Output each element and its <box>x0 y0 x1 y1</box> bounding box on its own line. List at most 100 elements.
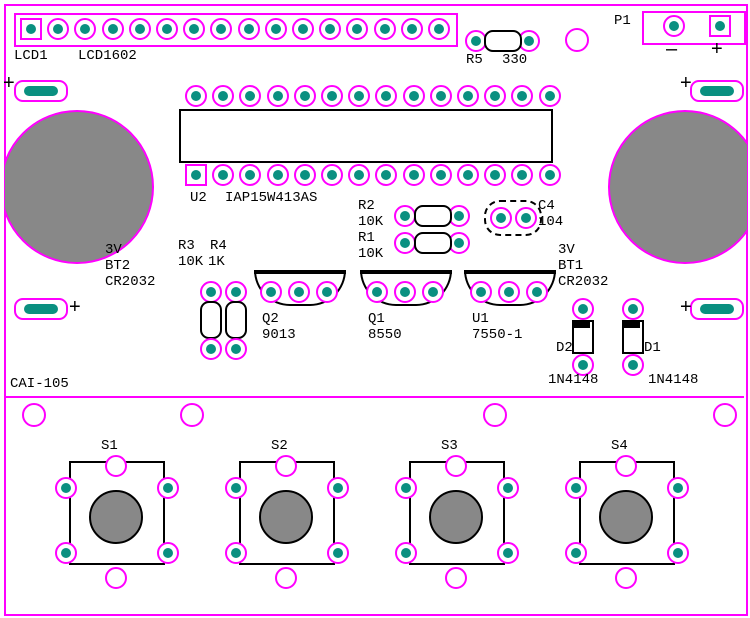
switch-pad <box>497 477 519 499</box>
r2-value: 10K <box>358 214 383 230</box>
switch-hole <box>105 455 127 477</box>
u1-pad3 <box>526 281 548 303</box>
switch-pad <box>327 542 349 564</box>
q1-pad3 <box>422 281 444 303</box>
board-divider <box>4 396 744 398</box>
bt2-voltage: 3V <box>105 242 122 258</box>
u2-pad-bot-6 <box>321 164 343 186</box>
pcb-layout: // placeholder for pads generated below … <box>0 0 750 618</box>
u2-pad-bot-1 <box>185 164 207 186</box>
bt1-pad-top <box>690 80 744 102</box>
lcd-pad-6 <box>156 18 178 40</box>
switch-cap <box>259 490 313 544</box>
bt2-part: CR2032 <box>105 274 155 290</box>
r4-value: 1K <box>208 254 225 270</box>
switch-label: S4 <box>611 438 628 454</box>
r1-body <box>414 232 452 254</box>
p1-ref: P1 <box>614 13 631 29</box>
switch-pad <box>395 542 417 564</box>
bt1-ref: BT1 <box>558 258 583 274</box>
lcd-pad-4 <box>102 18 124 40</box>
switch-pad <box>327 477 349 499</box>
u2-pad-bot-14 <box>539 164 561 186</box>
switch-label: S1 <box>101 438 118 454</box>
d2-band <box>572 320 590 328</box>
u2-pad-bot-4 <box>267 164 289 186</box>
r3-ref: R3 <box>178 238 195 254</box>
u2-pad-top-1 <box>185 85 207 107</box>
bt2-plus-bot: + <box>69 296 81 319</box>
bt2-plus-top: + <box>3 72 15 95</box>
r3-pad2 <box>200 338 222 360</box>
mounting-hole <box>180 403 204 427</box>
u1-top <box>464 270 556 274</box>
d1-part: 1N4148 <box>648 372 698 388</box>
q1-ref: Q1 <box>368 311 385 327</box>
bt1-pad-bot <box>690 298 744 320</box>
lcd-pad-11 <box>292 18 314 40</box>
d1-ref: D1 <box>644 340 661 356</box>
switch-hole <box>445 567 467 589</box>
u2-pad-top-14 <box>539 85 561 107</box>
r4-pad2 <box>225 338 247 360</box>
q1-part: 8550 <box>368 327 402 343</box>
mounting-hole <box>483 403 507 427</box>
switch-pad <box>225 542 247 564</box>
u2-pad-top-5 <box>294 85 316 107</box>
bt1-plus-bot: + <box>680 296 692 319</box>
switch-pad <box>55 477 77 499</box>
u2-pad-bot-10 <box>430 164 452 186</box>
r4-pad1 <box>225 281 247 303</box>
u2-pad-top-4 <box>267 85 289 107</box>
u2-part: IAP15W413AS <box>225 190 317 206</box>
q2-pad2 <box>288 281 310 303</box>
q2-top <box>254 270 346 274</box>
u2-pad-bot-11 <box>457 164 479 186</box>
q1-pad1 <box>366 281 388 303</box>
d1-pad2 <box>622 354 644 376</box>
bt1-body <box>608 110 750 264</box>
switch-hole <box>615 567 637 589</box>
r1-value: 10K <box>358 246 383 262</box>
switch-pad <box>667 477 689 499</box>
r5-body <box>484 30 522 52</box>
switch-label: S2 <box>271 438 288 454</box>
u1-pad1 <box>470 281 492 303</box>
switch-hole <box>275 455 297 477</box>
bt2-pad-top <box>14 80 68 102</box>
u2-ref: U2 <box>190 190 207 206</box>
mounting-hole <box>713 403 737 427</box>
mounting-hole <box>565 28 589 52</box>
mounting-hole <box>22 403 46 427</box>
switch-pad <box>157 542 179 564</box>
switch-pad <box>157 477 179 499</box>
lcd-pad-16 <box>428 18 450 40</box>
lcd-part: LCD1602 <box>78 48 137 64</box>
switch-label: S3 <box>441 438 458 454</box>
u1-ref: U1 <box>472 311 489 327</box>
u1-pad2 <box>498 281 520 303</box>
r2-pad1 <box>394 205 416 227</box>
r2-body <box>414 205 452 227</box>
q2-part: 9013 <box>262 327 296 343</box>
u2-pad-bot-5 <box>294 164 316 186</box>
r4-body <box>225 301 247 339</box>
bt1-voltage: 3V <box>558 242 575 258</box>
switch-pad <box>497 542 519 564</box>
switch-pad <box>565 542 587 564</box>
u2-pad-top-9 <box>403 85 425 107</box>
switch-hole <box>445 455 467 477</box>
r5-value: 330 <box>502 52 527 68</box>
q1-top <box>360 270 452 274</box>
lcd-pad-5 <box>129 18 151 40</box>
switch-pad <box>55 542 77 564</box>
r1-ref: R1 <box>358 230 375 246</box>
bt2-pad-bot <box>14 298 68 320</box>
c4-value: 104 <box>538 214 563 230</box>
bt1-part: CR2032 <box>558 274 608 290</box>
switch-hole <box>275 567 297 589</box>
u1-part: 7550-1 <box>472 327 522 343</box>
r2-ref: R2 <box>358 198 375 214</box>
q1-pad2 <box>394 281 416 303</box>
lcd-pad-14 <box>374 18 396 40</box>
